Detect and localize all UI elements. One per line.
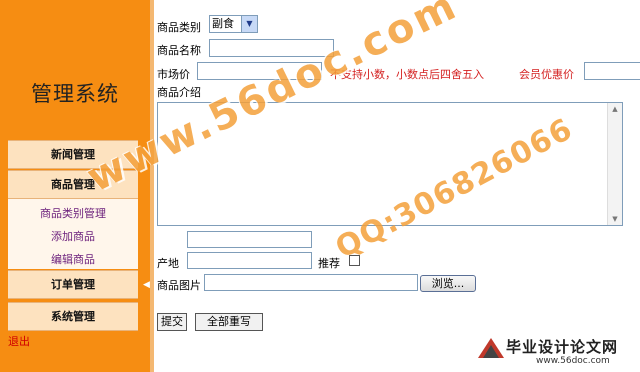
site-logo: 毕业设计论文网 www.56doc.com	[474, 334, 634, 370]
price-input[interactable]	[197, 62, 322, 80]
image-label: 商品图片	[157, 279, 201, 292]
logo-emblem-icon	[478, 338, 504, 358]
category-label: 商品类别	[157, 21, 201, 34]
submenu-add-goods[interactable]: 添加商品	[8, 228, 138, 244]
submenu-category-manage[interactable]: 商品类别管理	[8, 205, 138, 221]
chevron-down-icon[interactable]: ▼	[241, 16, 257, 32]
price-label: 市场价	[157, 68, 190, 81]
category-select-value: 副食	[212, 17, 234, 30]
intro-label: 商品介绍	[157, 86, 201, 99]
scroll-down-icon[interactable]: ▼	[608, 213, 622, 225]
origin-input[interactable]	[187, 252, 312, 269]
collapse-arrow-icon[interactable]: ◀	[143, 280, 150, 290]
member-price-label: 会员优惠价	[519, 68, 574, 81]
image-path-input[interactable]	[204, 274, 418, 291]
sidebar: 管理系统 新闻管理 商品管理 商品类别管理 添加商品 编辑商品 订单管理 系统管…	[0, 0, 150, 372]
logo-main-text: 毕业设计论文网	[506, 338, 619, 356]
reset-button[interactable]: 全部重写	[195, 313, 263, 331]
submenu-edit-goods[interactable]: 编辑商品	[8, 251, 138, 267]
name-label: 商品名称	[157, 44, 201, 57]
browse-button[interactable]: 浏览...	[420, 275, 476, 292]
price-note: 不支持小数，小数点后四舍五入	[330, 68, 484, 81]
name-input[interactable]	[209, 39, 334, 57]
intro-scrollbar[interactable]: ▲ ▼	[607, 103, 622, 225]
logout-link[interactable]: 退出	[8, 333, 30, 349]
category-select[interactable]: 副食 ▼	[209, 15, 258, 33]
intro-textarea[interactable]: ▲ ▼	[157, 102, 623, 226]
system-title: 管理系统	[31, 82, 119, 106]
menu-goods[interactable]: 商品管理	[8, 170, 138, 199]
menu-orders[interactable]: 订单管理	[8, 270, 138, 299]
menu-system[interactable]: 系统管理	[8, 302, 138, 331]
submit-button[interactable]: 提交	[157, 313, 187, 331]
goods-submenu: 商品类别管理 添加商品 编辑商品	[8, 199, 138, 269]
frame-divider[interactable]	[150, 0, 154, 372]
menu-news[interactable]: 新闻管理	[8, 140, 138, 169]
member-price-input[interactable]	[584, 62, 640, 80]
scroll-up-icon[interactable]: ▲	[608, 103, 622, 115]
recommend-checkbox[interactable]	[349, 255, 360, 266]
recommend-label: 推荐	[318, 257, 340, 270]
extra-input[interactable]	[187, 231, 312, 248]
origin-label: 产地	[157, 257, 179, 270]
logo-sub-text: www.56doc.com	[536, 356, 610, 366]
